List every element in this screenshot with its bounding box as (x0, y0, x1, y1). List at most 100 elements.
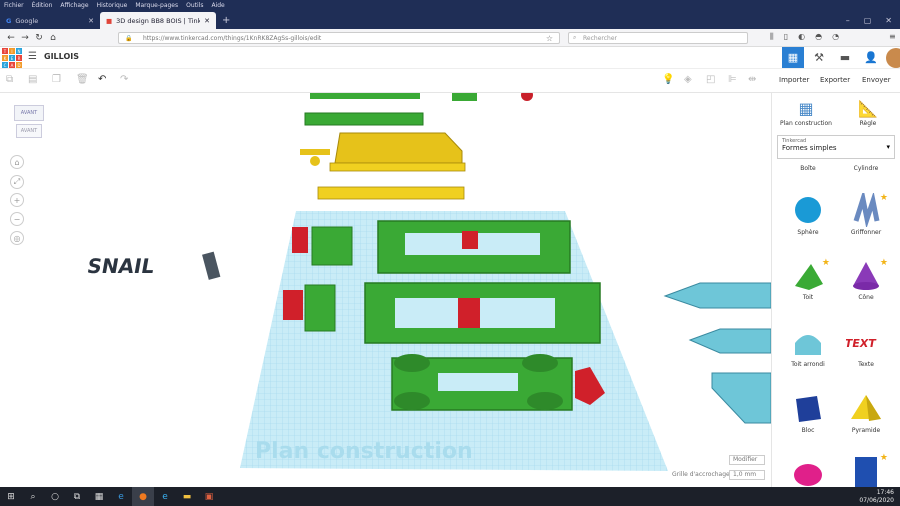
shape-library-select[interactable]: Tinkercad Formes simples ▾ (777, 135, 895, 159)
light-icon[interactable]: 💡 (662, 74, 674, 85)
menu-fichier[interactable]: Fichier (4, 2, 24, 9)
app-icon[interactable]: ▣ (198, 487, 220, 506)
export-button[interactable]: Exporter (820, 76, 850, 84)
shape-cone[interactable]: ★ Cône (836, 258, 896, 322)
align-icon[interactable]: ⊫ (728, 74, 737, 85)
avatar[interactable] (886, 48, 900, 68)
block-icon (796, 396, 821, 422)
text-shape[interactable]: SNAIL (85, 254, 156, 278)
url-bar[interactable]: 🔒 https://www.tinkercad.com/things/1KnRK… (118, 32, 560, 44)
maximize-icon[interactable]: ▢ (864, 16, 872, 25)
project-title[interactable]: GILLOIS (44, 52, 79, 61)
menu-outils[interactable]: Outils (186, 2, 203, 9)
system-clock[interactable]: 17:46 07/06/2020 (859, 489, 894, 505)
snap-grid-label: Grille d'accrochage (672, 471, 730, 478)
minimize-icon[interactable]: – (846, 16, 850, 25)
shape-block[interactable]: Bloc (778, 391, 838, 455)
redo-icon[interactable]: ↷ (120, 74, 128, 85)
sidebar-icon[interactable]: ▯ (784, 32, 788, 42)
grid-view-icon[interactable]: ▦ (782, 47, 804, 68)
shape-scribble[interactable]: ★ Griffonner (836, 193, 896, 257)
tab-tinkercad[interactable]: ■ 3D design BB8 BOIS | Tinkercad ✕ (100, 12, 216, 29)
ruler-button[interactable]: 📐 Règle (842, 99, 894, 127)
shape-cylinder[interactable]: Cylindre (836, 165, 896, 179)
search-icon[interactable]: ⌕ (22, 487, 44, 506)
duplicate-icon[interactable]: ❐ (52, 74, 61, 85)
gray-small-part (202, 251, 221, 280)
yellow-small-part (300, 149, 330, 155)
shape-half-sphere[interactable] (778, 458, 838, 487)
shape-label: Toit (802, 294, 814, 301)
star-icon: ★ (821, 258, 830, 268)
shape-tool-icon[interactable]: ◈ (684, 74, 692, 85)
menu-edition[interactable]: Édition (32, 2, 53, 9)
edge-icon[interactable]: e (110, 487, 132, 506)
library-icon[interactable]: ⫼ (770, 32, 774, 42)
undo-icon[interactable]: ↶ (98, 74, 106, 85)
green-rail-part (310, 93, 420, 99)
close-icon[interactable]: ✕ (204, 17, 210, 25)
extension-icon[interactable]: ◓ (815, 32, 822, 42)
menu-historique[interactable]: Historique (97, 2, 128, 9)
delete-icon[interactable]: 🗑 (76, 74, 89, 85)
snap-grid-select[interactable]: 1,0 mm (729, 470, 765, 480)
shape-sphere[interactable]: Sphère (778, 193, 838, 257)
new-tab-button[interactable]: + (216, 12, 236, 29)
bookmark-star-icon[interactable]: ☆ (546, 34, 553, 43)
editor-toolbar: ⧉ ▤ ❐ 🗑 ↶ ↷ 💡 ◈ ◰ ⊫ ⇹ Importer Exporter … (0, 69, 900, 93)
workplane-button[interactable]: ▦ Plan construction (780, 99, 832, 127)
home-icon[interactable]: ⌂ (46, 33, 60, 43)
tab-google[interactable]: G Google ✕ (0, 12, 100, 29)
zoom-out-icon[interactable]: − (10, 212, 24, 226)
workplane-viewport[interactable]: SNAIL Plan construction AVANT AVANT ⌂ ⤢ … (0, 93, 771, 487)
close-window-icon[interactable]: ✕ (885, 16, 892, 25)
mirror-icon[interactable]: ⇹ (748, 74, 756, 85)
reload-icon[interactable]: ↻ (32, 33, 46, 43)
menu-aide[interactable]: Aide (211, 2, 224, 9)
red-small-part (521, 93, 533, 101)
close-icon[interactable]: ✕ (88, 17, 94, 25)
send-button[interactable]: Envoyer (862, 76, 891, 84)
extension-icon[interactable]: ◔ (832, 32, 839, 42)
tools-icon[interactable]: ⚒ (808, 47, 830, 68)
search-input[interactable]: ⌕ Rechercher (568, 32, 748, 44)
yellow-bar-part (317, 186, 465, 200)
windows-start-icon[interactable]: ⊞ (0, 487, 22, 506)
shape-polygon[interactable]: ★ (836, 453, 896, 487)
shape-box[interactable]: Boîte (778, 165, 838, 179)
ie-icon[interactable]: e (154, 487, 176, 506)
shape-pyramid[interactable]: Pyramide (836, 391, 896, 455)
back-icon[interactable]: ← (4, 33, 18, 43)
group-icon[interactable]: ◰ (706, 74, 715, 85)
yellow-body-part (334, 132, 463, 164)
home-view-icon[interactable]: ⌂ (10, 155, 24, 169)
shape-label: Cône (858, 294, 874, 301)
file-explorer-icon[interactable]: ▬ (176, 487, 198, 506)
firefox-icon[interactable]: ● (132, 487, 154, 506)
paste-icon[interactable]: ▤ (28, 74, 37, 85)
task-view-icon[interactable]: ⧉ (66, 487, 88, 506)
view-cube[interactable]: AVANT (14, 105, 44, 121)
view-cube-face[interactable]: AVANT (16, 124, 42, 138)
modifier-button[interactable]: Modifier (729, 455, 765, 465)
import-button[interactable]: Importer (779, 76, 809, 84)
hamburger-menu-icon[interactable]: ≡ (889, 32, 896, 42)
cortana-icon[interactable]: ○ (44, 487, 66, 506)
calculator-icon[interactable]: ▦ (88, 487, 110, 506)
shape-round-roof[interactable]: Toit arrondi (778, 325, 838, 389)
fit-view-icon[interactable]: ⤢ (10, 175, 24, 189)
windows-taskbar: ⊞ ⌕ ○ ⧉ ▦ e ● e ▬ ▣ 17:46 07/06/2020 (0, 487, 900, 506)
shape-text[interactable]: TEXT Texte (836, 325, 896, 389)
menu-affichage[interactable]: Affichage (60, 2, 88, 9)
ortho-view-icon[interactable]: ◎ (10, 231, 24, 245)
project-list-icon[interactable]: ☰ (28, 51, 37, 62)
tinkercad-logo[interactable]: TIN KER CAD (2, 48, 22, 68)
user-add-icon[interactable]: 👤 (860, 47, 882, 68)
zoom-in-icon[interactable]: + (10, 193, 24, 207)
copy-icon[interactable]: ⧉ (6, 74, 13, 85)
forward-icon[interactable]: → (18, 33, 32, 43)
bricks-icon[interactable]: ▬ (834, 47, 856, 68)
menu-marque-pages[interactable]: Marque-pages (135, 2, 178, 9)
shape-roof[interactable]: ★ Toit (778, 258, 838, 322)
extension-icon[interactable]: ◐ (798, 32, 805, 42)
